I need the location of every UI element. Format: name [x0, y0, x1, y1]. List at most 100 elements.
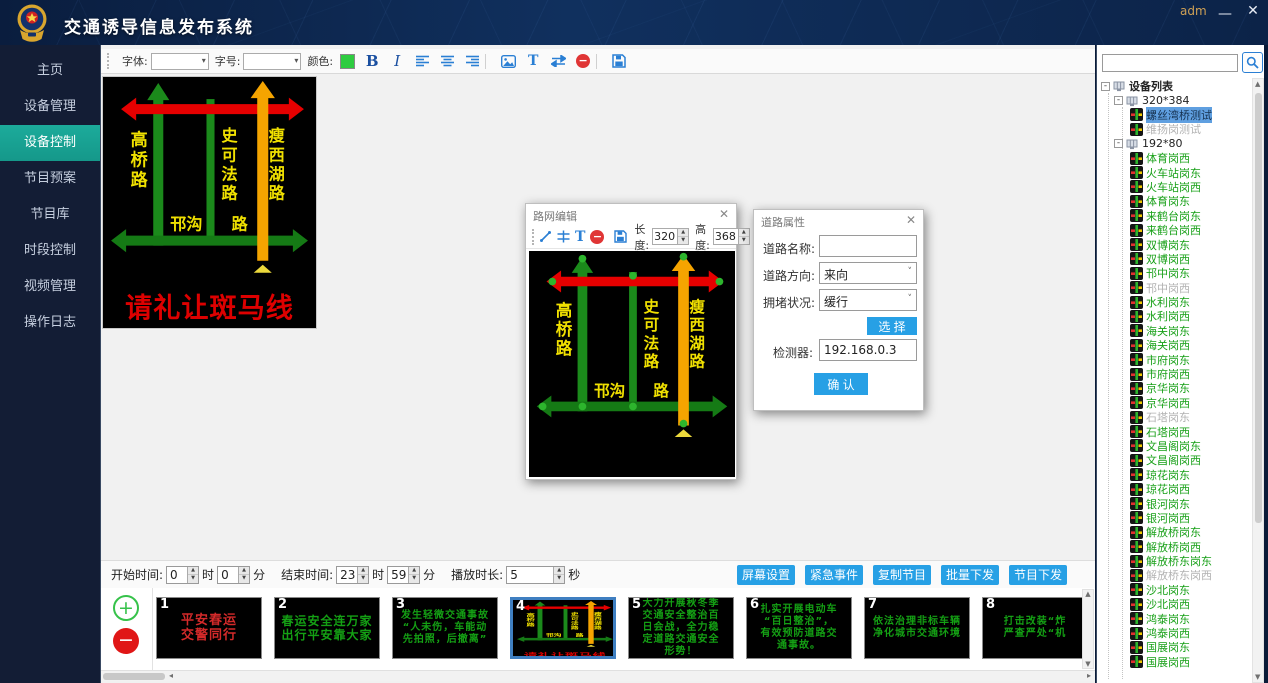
- device-node-银河岗西[interactable]: 银河岗西: [1097, 511, 1253, 525]
- play-duration-input[interactable]: 5▲▼: [506, 566, 565, 584]
- spinner[interactable]: ▲▼: [357, 567, 368, 583]
- device-node-琼花岗西[interactable]: 琼花岗西: [1097, 482, 1253, 496]
- start-minute-input[interactable]: 0▲▼: [217, 566, 250, 584]
- marquee-icon[interactable]: [550, 53, 566, 69]
- collapse-toggle-icon[interactable]: -: [1114, 139, 1123, 148]
- sidebar-item-节目预案[interactable]: 节目预案: [0, 161, 100, 197]
- spinner[interactable]: ▲▼: [738, 229, 749, 244]
- device-node-京华岗东[interactable]: 京华岗东: [1097, 381, 1253, 395]
- device-node-螺丝湾桥测试[interactable]: 螺丝湾桥测试: [1097, 108, 1253, 122]
- add-program-button[interactable]: +: [113, 595, 139, 621]
- device-node-国展岗西[interactable]: 国展岗西: [1097, 655, 1253, 669]
- action-button-屏幕设置[interactable]: 屏幕设置: [737, 565, 795, 585]
- delete-icon[interactable]: −: [590, 230, 604, 244]
- delete-icon[interactable]: −: [576, 54, 590, 68]
- program-thumbnail-7[interactable]: 依法治理非标车辆净化城市交通环境7: [864, 597, 970, 659]
- select-detector-button[interactable]: 选 择: [867, 317, 917, 335]
- device-node-维扬岗测试[interactable]: 维扬岗测试: [1097, 122, 1253, 136]
- device-node-火车站岗西[interactable]: 火车站岗西: [1097, 180, 1253, 194]
- device-node-石塔岗西[interactable]: 石塔岗西: [1097, 424, 1253, 438]
- device-node-沙北岗西[interactable]: 沙北岗西: [1097, 597, 1253, 611]
- dialog-titlebar[interactable]: 道路属性 ✕: [754, 210, 923, 231]
- action-button-紧急事件[interactable]: 紧急事件: [805, 565, 863, 585]
- search-button[interactable]: [1242, 52, 1263, 73]
- draw-line-icon[interactable]: [539, 229, 552, 245]
- device-node-沙北岗东[interactable]: 沙北岗东: [1097, 583, 1253, 597]
- device-node-双博岗东[interactable]: 双博岗东: [1097, 237, 1253, 251]
- toolbar-grip[interactable]: [107, 53, 112, 69]
- scroll-down-icon[interactable]: ▼: [1255, 673, 1260, 681]
- device-node-鸿泰岗西[interactable]: 鸿泰岗西: [1097, 626, 1253, 640]
- text-tool-button[interactable]: T: [575, 229, 585, 245]
- device-node-来鹤台岗西[interactable]: 来鹤台岗西: [1097, 223, 1253, 237]
- italic-button[interactable]: I: [389, 53, 405, 69]
- action-button-批量下发[interactable]: 批量下发: [941, 565, 999, 585]
- device-node-邗中岗东[interactable]: 邗中岗东: [1097, 266, 1253, 280]
- program-thumbnail-6[interactable]: 扎实开展电动车“百日整治”，有效预防道路交通事故。6: [746, 597, 852, 659]
- device-node-水利岗西[interactable]: 水利岗西: [1097, 309, 1253, 323]
- close-icon[interactable]: ✕: [906, 213, 916, 227]
- align-right-icon[interactable]: [464, 53, 480, 69]
- device-node-水利岗东[interactable]: 水利岗东: [1097, 295, 1253, 309]
- tree-group-320*384[interactable]: -320*384: [1097, 93, 1253, 107]
- action-button-复制节目[interactable]: 复制节目: [873, 565, 931, 585]
- save-icon[interactable]: [614, 229, 627, 245]
- end-hour-input[interactable]: 23▲▼: [336, 566, 369, 584]
- device-node-文昌阁岗西[interactable]: 文昌阁岗西: [1097, 453, 1253, 467]
- scroll-right-icon[interactable]: ▸: [1087, 671, 1091, 680]
- device-node-解放桥东岗西[interactable]: 解放桥东岗西: [1097, 568, 1253, 582]
- tree-group-192*80[interactable]: -192*80: [1097, 137, 1253, 151]
- length-input[interactable]: 320▲▼: [652, 228, 689, 245]
- strip-vertical-scrollbar[interactable]: ▲ ▼: [1082, 589, 1094, 669]
- save-icon[interactable]: [611, 53, 627, 69]
- scroll-up-icon[interactable]: ▲: [1255, 80, 1260, 88]
- program-thumbnail-2[interactable]: 春运安全连万家出行平安靠大家2: [274, 597, 380, 659]
- program-thumbnail-1[interactable]: 平安春运交警同行1: [156, 597, 262, 659]
- device-node-琼花岗东[interactable]: 琼花岗东: [1097, 468, 1253, 482]
- align-left-icon[interactable]: [414, 53, 430, 69]
- sign-preview[interactable]: 高桥路史可法路瘦西湖路邗沟路请礼让斑马线: [103, 77, 316, 328]
- device-node-火车站岗东[interactable]: 火车站岗东: [1097, 165, 1253, 179]
- align-center-icon[interactable]: [439, 53, 455, 69]
- device-node-市府岗东[interactable]: 市府岗东: [1097, 352, 1253, 366]
- device-node-解放桥东岗东[interactable]: 解放桥东岗东: [1097, 554, 1253, 568]
- device-node-体育岗东[interactable]: 体育岗东: [1097, 194, 1253, 208]
- text-tool-button[interactable]: T: [525, 53, 541, 69]
- congestion-select[interactable]: 缓行˅: [819, 289, 917, 311]
- scrollbar-thumb[interactable]: [1255, 93, 1262, 523]
- start-hour-input[interactable]: 0▲▼: [166, 566, 199, 584]
- scrollbar-thumb[interactable]: [103, 673, 165, 680]
- collapse-toggle-icon[interactable]: -: [1114, 96, 1123, 105]
- logged-in-user[interactable]: adm: [1180, 4, 1207, 18]
- remove-program-button[interactable]: −: [113, 628, 139, 654]
- road-name-input[interactable]: [819, 235, 917, 257]
- device-node-海关岗西[interactable]: 海关岗西: [1097, 338, 1253, 352]
- device-node-邗中岗西[interactable]: 邗中岗西: [1097, 280, 1253, 294]
- device-node-双博岗西[interactable]: 双博岗西: [1097, 252, 1253, 266]
- program-thumbnail-3[interactable]: 发生轻微交通事故“人未伤，车能动先拍照，后撤离”3: [392, 597, 498, 659]
- spinner[interactable]: ▲▼: [238, 567, 249, 583]
- end-minute-input[interactable]: 59▲▼: [387, 566, 420, 584]
- scroll-up-icon[interactable]: ▲: [1085, 590, 1090, 598]
- tree-vertical-scrollbar[interactable]: ▲ ▼: [1252, 78, 1264, 683]
- close-icon[interactable]: ✕: [719, 207, 729, 221]
- crossroad-tool-icon[interactable]: [557, 229, 570, 245]
- toolbar-grip[interactable]: [532, 229, 534, 245]
- device-node-海关岗东[interactable]: 海关岗东: [1097, 324, 1253, 338]
- sidebar-item-视频管理[interactable]: 视频管理: [0, 269, 100, 305]
- device-node-银河岗东[interactable]: 银河岗东: [1097, 496, 1253, 510]
- device-node-京华岗西[interactable]: 京华岗西: [1097, 396, 1253, 410]
- device-node-石塔岗东[interactable]: 石塔岗东: [1097, 410, 1253, 424]
- bold-button[interactable]: B: [364, 53, 380, 69]
- device-node-文昌阁岗东[interactable]: 文昌阁岗东: [1097, 439, 1253, 453]
- detector-input[interactable]: 192.168.0.3: [819, 339, 917, 361]
- height-input[interactable]: 368▲▼: [713, 228, 750, 245]
- program-thumbnail-4[interactable]: 高桥路史可法路瘦西湖路邗沟路请礼让斑马线4: [510, 597, 616, 659]
- spinner[interactable]: ▲▼: [187, 567, 198, 583]
- dialog-titlebar[interactable]: 路网编辑 ✕: [526, 204, 736, 225]
- sidebar-item-设备控制[interactable]: 设备控制: [0, 125, 100, 161]
- device-node-市府岗西[interactable]: 市府岗西: [1097, 367, 1253, 381]
- action-button-节目下发[interactable]: 节目下发: [1009, 565, 1067, 585]
- device-node-解放桥岗西[interactable]: 解放桥岗西: [1097, 540, 1253, 554]
- confirm-button[interactable]: 确 认: [814, 373, 868, 395]
